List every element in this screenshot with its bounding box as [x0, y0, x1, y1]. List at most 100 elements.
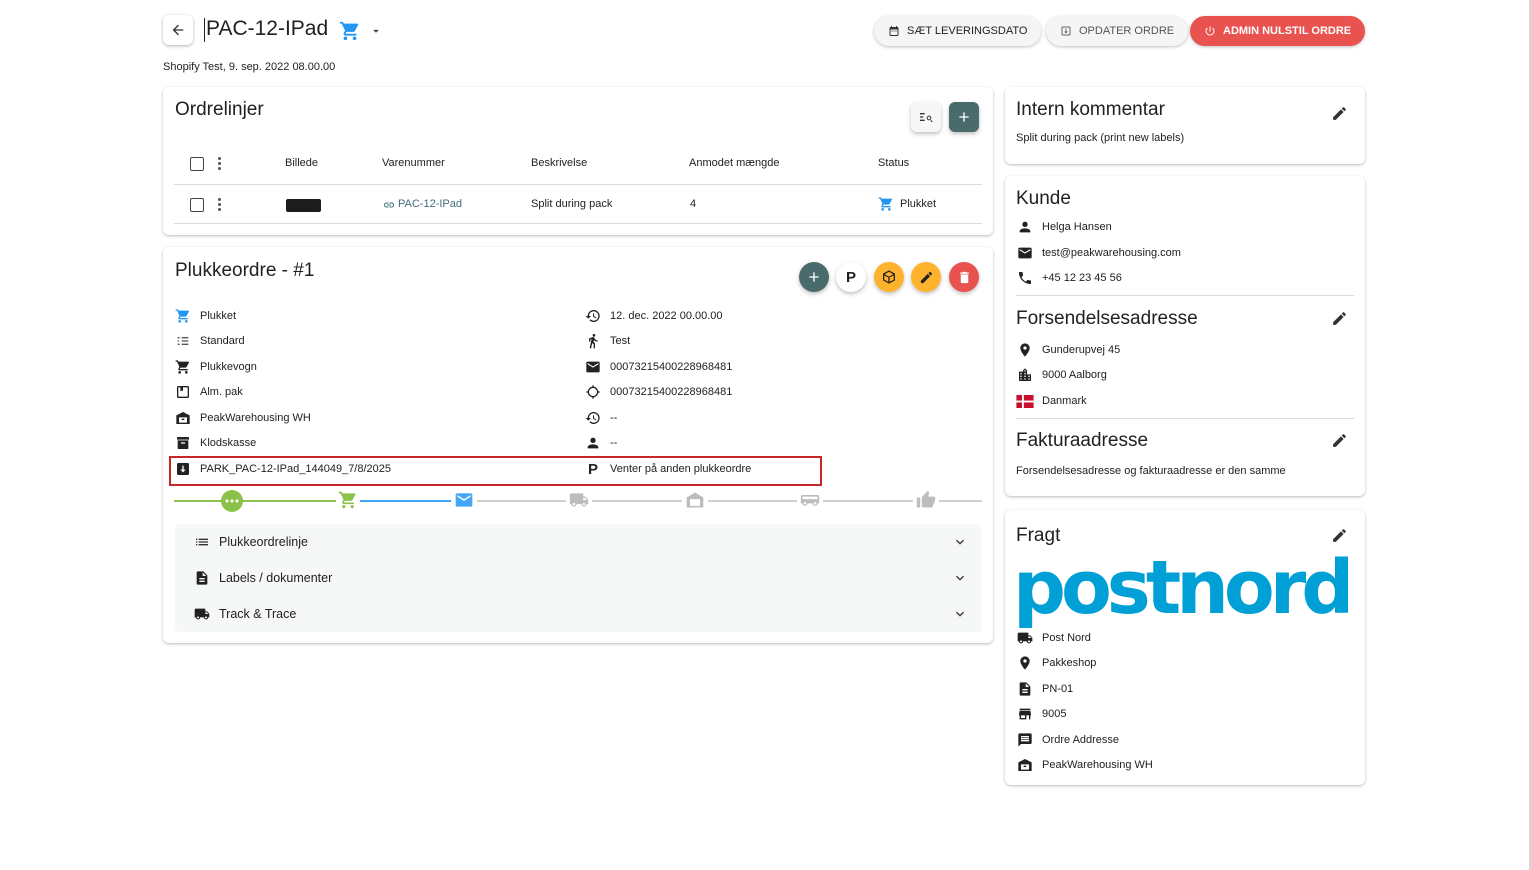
- list-icon: [196, 538, 208, 546]
- accordion-label: Plukkeordrelinje: [219, 535, 308, 549]
- tracking-mail-text: 00073215400228968481: [610, 361, 733, 373]
- edit-shipping-button[interactable]: [1331, 310, 1348, 327]
- edit-comment-button[interactable]: [1331, 105, 1348, 122]
- freight-title: Fragt: [1016, 525, 1061, 546]
- step-labeled-icon: [451, 490, 477, 510]
- cart-icon: [339, 20, 361, 42]
- picker-text: Test: [610, 335, 631, 347]
- tracking-code-row: 00073215400228968481: [584, 382, 732, 402]
- add-pickorder-button[interactable]: [799, 262, 829, 292]
- assignee-row: --: [584, 433, 617, 453]
- shipping-address-title: Forsendelsesadresse: [1016, 308, 1198, 329]
- admin-reset-order-label: ADMIN NULSTIL ORDRE: [1223, 25, 1352, 37]
- pencil-icon: [1333, 107, 1346, 120]
- shipping-street-row: Gunderupvej 45: [1016, 340, 1120, 360]
- update-order-button[interactable]: OPDATER ORDRE: [1046, 16, 1189, 46]
- pick-type-text: Standard: [200, 335, 245, 347]
- phone-icon: [1016, 269, 1034, 287]
- admin-reset-order-button[interactable]: ADMIN NULSTIL ORDRE: [1190, 16, 1366, 46]
- package-button[interactable]: [874, 262, 904, 292]
- plus-icon: [959, 112, 969, 122]
- warehouse-row: PeakWarehousing WH: [174, 408, 311, 428]
- caret-down-icon: [373, 29, 379, 33]
- store-icon: [1016, 705, 1034, 723]
- select-all-checkbox[interactable]: [190, 157, 204, 171]
- product-thumbnail[interactable]: [286, 199, 321, 212]
- row-checkbox[interactable]: [190, 198, 204, 212]
- pick-status-text: Plukket: [200, 310, 237, 322]
- pack-type-row: Alm. pak: [174, 382, 243, 402]
- history-row: --: [584, 408, 617, 428]
- accordion-labels-documents[interactable]: Labels / dokumenter: [176, 560, 982, 596]
- tracking-mail-row: 00073215400228968481: [584, 357, 732, 377]
- back-button[interactable]: [163, 15, 193, 45]
- page-title: PAC-12-IPad: [206, 17, 329, 40]
- freight-type-row: Pakkeshop: [1016, 653, 1096, 673]
- pick-date-text: 12. dec. 2022 00.00.00: [610, 310, 723, 322]
- order-subtitle: Shopify Test, 9. sep. 2022 08.00.00: [163, 61, 336, 73]
- col-header-status: Status: [878, 157, 910, 169]
- edit-freight-button[interactable]: [1331, 527, 1348, 544]
- row-menu-button[interactable]: [218, 198, 222, 213]
- box-text: Klodskasse: [200, 437, 257, 449]
- person-icon: [1016, 218, 1034, 236]
- document-icon: [196, 571, 208, 585]
- postnord-logo: postnord: [1013, 548, 1354, 628]
- accordion-track-trace[interactable]: Track & Trace: [176, 596, 982, 632]
- chevron-down-icon: [956, 611, 964, 617]
- pencil-icon: [1333, 312, 1346, 325]
- set-delivery-date-label: SÆT LEVERINGSDATO: [907, 25, 1028, 37]
- chevron-down-icon: [956, 539, 964, 545]
- warehouse-icon: [174, 409, 192, 427]
- plus-icon: [809, 272, 819, 282]
- customer-phone-row: +45 12 23 45 56: [1016, 268, 1122, 288]
- status-cart-icon: [878, 196, 894, 212]
- mail-icon: [584, 358, 602, 376]
- orderlines-title: Ordrelinjer: [175, 99, 264, 120]
- location-pin-icon: [1016, 654, 1034, 672]
- calendar-icon: [889, 26, 899, 36]
- shipping-city: 9000 Aalborg: [1042, 369, 1107, 381]
- customer-name: Helga Hansen: [1042, 221, 1112, 233]
- row-quantity: 4: [690, 198, 697, 210]
- set-delivery-date-button[interactable]: SÆT LEVERINGSDATO: [874, 16, 1042, 46]
- step-created-icon: [221, 490, 243, 512]
- shipping-street: Gunderupvej 45: [1042, 344, 1121, 356]
- billing-text: Forsendelsesadresse og fakturaadresse er…: [1016, 465, 1286, 477]
- warehouse-text: PeakWarehousing WH: [200, 412, 311, 424]
- shipping-country: Danmark: [1042, 395, 1087, 407]
- delete-pickorder-button[interactable]: [949, 262, 979, 292]
- freight-shop: 9005: [1042, 708, 1067, 720]
- add-orderline-button[interactable]: [949, 102, 979, 132]
- edit-billing-button[interactable]: [1331, 432, 1348, 449]
- row-status: Plukket: [900, 198, 937, 210]
- header-menu-button[interactable]: [218, 157, 222, 172]
- shipping-country-row: Danmark: [1016, 391, 1087, 411]
- park-button[interactable]: P: [836, 262, 866, 292]
- freight-shop-row: 9005: [1016, 704, 1066, 724]
- search-list-icon: [920, 113, 933, 123]
- search-orderlines-button[interactable]: [911, 102, 941, 132]
- mail-icon: [1016, 244, 1034, 262]
- person-icon: [584, 434, 602, 452]
- billing-address-title: Fakturaadresse: [1016, 430, 1149, 451]
- accordion-pickorder-lines[interactable]: Plukkeordrelinje: [176, 524, 982, 560]
- title-menu-button[interactable]: [369, 24, 383, 38]
- truck-icon: [1016, 629, 1034, 647]
- freight-code-row: PN-01: [1016, 679, 1073, 699]
- customer-email-row: test@peakwarehousing.com: [1016, 243, 1181, 263]
- pick-cart-row: Plukkevogn: [174, 357, 257, 377]
- sku-link[interactable]: PAC-12-IPad: [398, 198, 462, 210]
- col-header-image: Billede: [285, 157, 319, 169]
- accordion-label: Track & Trace: [219, 607, 297, 621]
- customer-phone: +45 12 23 45 56: [1042, 272, 1122, 284]
- power-icon: [1205, 26, 1215, 36]
- cube-icon: [883, 270, 895, 284]
- edit-pickorder-button[interactable]: [911, 262, 941, 292]
- freight-warehouse-row: PeakWarehousing WH: [1016, 755, 1153, 775]
- trolley-icon: [174, 358, 192, 376]
- freight-type: Pakkeshop: [1042, 657, 1097, 669]
- customer-title: Kunde: [1016, 188, 1071, 209]
- history-icon: [584, 307, 602, 325]
- col-header-sku: Varenummer: [382, 157, 445, 169]
